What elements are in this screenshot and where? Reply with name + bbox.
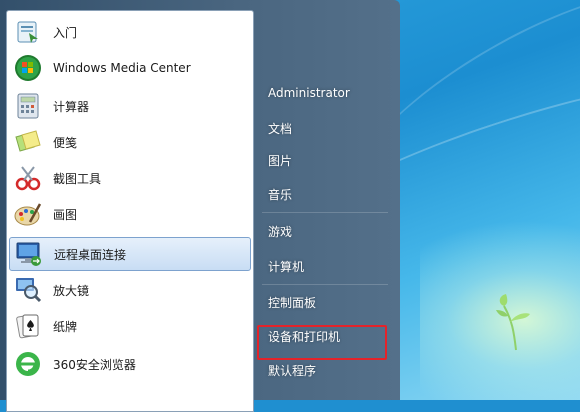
program-item-sticky-notes[interactable]: 便笺 [9,125,249,159]
program-label: 画图 [53,207,78,222]
right-link-label: 计算机 [268,259,305,274]
link-documents[interactable]: 文档 [258,115,388,141]
right-separator [262,284,388,285]
right-link-label: 文档 [268,121,293,136]
program-label: 便笺 [53,135,78,150]
snipping-tool-icon [13,163,43,193]
link-games[interactable]: 游戏 [258,218,388,244]
solitaire-icon [13,311,43,341]
program-item-calculator[interactable]: 计算器 [9,89,249,123]
right-link-label: 图片 [268,153,293,168]
program-item-360-browser[interactable]: 360安全浏览器 [9,347,249,381]
right-link-label: Administrator [268,86,350,100]
link-control-panel[interactable]: 控制面板 [258,289,388,315]
wallpaper-leaf-icon [496,294,530,351]
right-link-label: 游戏 [268,224,293,239]
link-music[interactable]: 音乐 [258,181,388,207]
program-item-remote-desktop[interactable]: 远程桌面连接 [9,237,251,271]
program-label: 纸牌 [53,319,78,334]
program-label: 计算器 [53,99,90,114]
program-item-snipping-tool[interactable]: 截图工具 [9,161,249,195]
right-link-label: 音乐 [268,187,293,202]
right-separator [262,212,388,213]
program-item-magnifier[interactable]: 放大镜 [9,273,249,307]
programs-pane: 入门 Windows Media Center 计算器 便笺 截图工具 画图 远… [6,10,254,412]
program-item-getting-started[interactable]: 入门 [9,15,249,49]
program-label: 远程桌面连接 [54,247,127,262]
program-label: 入门 [53,25,78,40]
right-link-label: 控制面板 [268,295,317,310]
program-item-solitaire[interactable]: 纸牌 [9,309,249,343]
user-link-administrator[interactable]: Administrator [258,80,388,106]
paint-icon [13,199,43,229]
program-item-paint[interactable]: 画图 [9,197,249,231]
getting-started-icon [13,17,43,47]
program-item-windows-media-center[interactable]: Windows Media Center [9,51,249,85]
magnifier-icon [13,275,43,305]
program-label: 360安全浏览器 [53,357,136,372]
start-menu: 入门 Windows Media Center 计算器 便笺 截图工具 画图 远… [0,0,400,412]
program-label: Windows Media Center [53,61,191,75]
link-default-programs[interactable]: 默认程序 [258,357,388,383]
link-computer[interactable]: 计算机 [258,253,388,279]
360-browser-icon [13,349,43,379]
link-pictures[interactable]: 图片 [258,147,388,173]
windows-media-center-icon [13,53,43,83]
calculator-icon [13,91,43,121]
red-highlight-box [257,325,387,360]
sticky-notes-icon [13,127,43,157]
program-label: 放大镜 [53,283,90,298]
right-link-label: 默认程序 [268,363,317,378]
program-label: 截图工具 [53,171,102,186]
remote-desktop-icon [14,239,44,269]
